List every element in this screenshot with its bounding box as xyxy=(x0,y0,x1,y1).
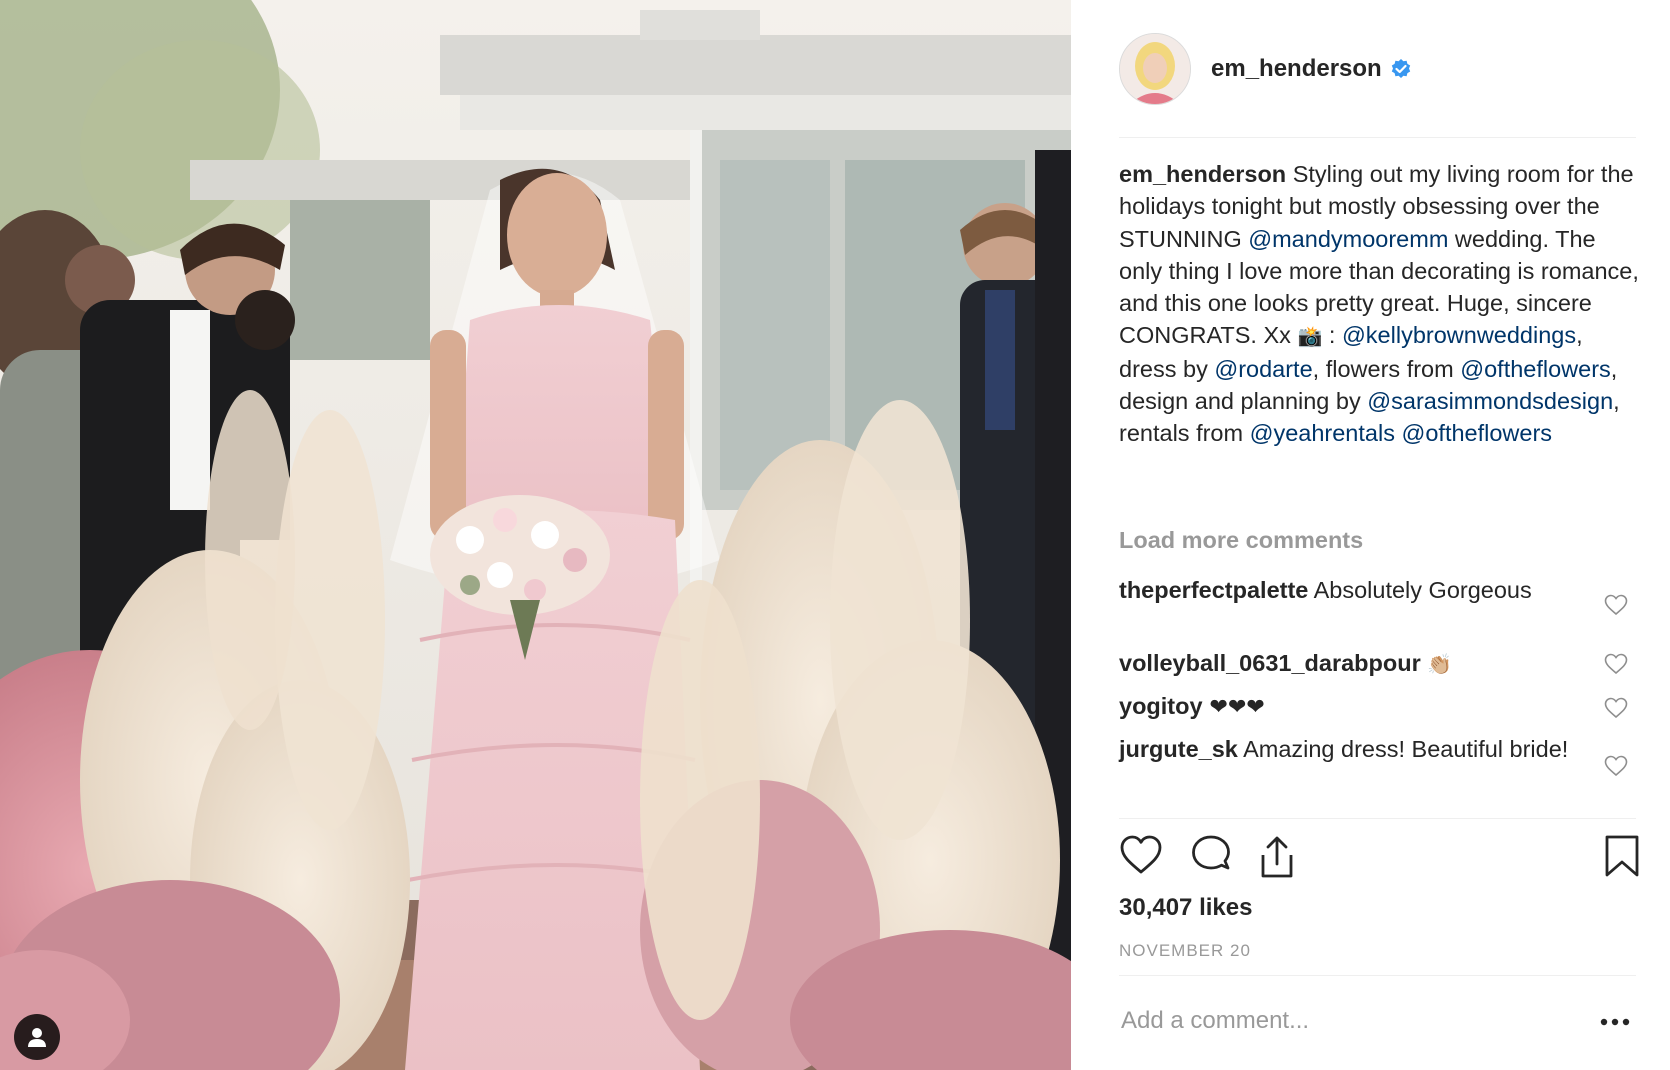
post-side-panel: em_henderson em_henderson Styling out my… xyxy=(1071,0,1670,1070)
likes-count[interactable]: 30,407 likes xyxy=(1119,894,1252,922)
comment-text: Amazing dress! Beautiful bride! xyxy=(1237,736,1569,762)
post-header: em_henderson xyxy=(1119,32,1636,106)
bookmark-icon[interactable] xyxy=(1604,834,1640,878)
comment-item: theperfectpalette Absolutely Gorgeous xyxy=(1119,574,1589,606)
wedding-photo-illustration xyxy=(0,0,1071,1070)
header-username-link[interactable]: em_henderson xyxy=(1211,55,1382,83)
comment-bubble-icon[interactable] xyxy=(1189,834,1233,876)
comment-like-heart-icon[interactable] xyxy=(1604,653,1628,675)
caption-text: , flowers from xyxy=(1312,355,1461,382)
comment-username[interactable]: jurgute_sk xyxy=(1119,736,1238,762)
verified-badge-icon xyxy=(1391,59,1410,78)
avatar[interactable] xyxy=(1119,33,1191,105)
camera-emoji: 📸 xyxy=(1297,324,1323,349)
footer-divider xyxy=(1119,975,1636,976)
mention-link[interactable]: @mandymooremm xyxy=(1248,226,1448,252)
comment-item: yogitoy ❤❤❤ xyxy=(1119,690,1589,724)
mention-link[interactable]: @sarasimmondsdesign xyxy=(1367,388,1613,414)
comment-username[interactable]: volleyball_0631_darabpour xyxy=(1119,650,1421,676)
mention-link[interactable]: @oftheflowers xyxy=(1401,420,1552,446)
post-date: NOVEMBER 20 xyxy=(1119,941,1251,960)
heart-icon[interactable] xyxy=(1119,834,1163,876)
comment-like-heart-icon[interactable] xyxy=(1604,697,1628,719)
comment-username[interactable]: yogitoy xyxy=(1119,693,1203,719)
instagram-post: em_henderson em_henderson Styling out my… xyxy=(0,0,1670,1070)
comment-text: 👏🏼 xyxy=(1420,652,1452,676)
action-bar xyxy=(1119,834,1639,880)
add-comment-input[interactable] xyxy=(1119,1006,1593,1036)
caption-text: : xyxy=(1322,322,1342,349)
comments-divider xyxy=(1119,818,1636,819)
comment-text: Absolutely Gorgeous xyxy=(1308,577,1532,603)
load-more-comments-button[interactable]: Load more comments xyxy=(1119,527,1363,554)
header-divider xyxy=(1119,137,1636,138)
post-photo[interactable] xyxy=(0,0,1071,1070)
caption-username[interactable]: em_henderson xyxy=(1119,161,1286,187)
comment-like-heart-icon[interactable] xyxy=(1604,594,1628,616)
comment-text: ❤❤❤ xyxy=(1202,695,1265,720)
person-tag-icon[interactable] xyxy=(14,1014,60,1060)
comment-item: jurgute_sk Amazing dress! Beautiful brid… xyxy=(1119,733,1589,765)
comment-like-heart-icon[interactable] xyxy=(1604,755,1628,777)
ellipsis-icon[interactable] xyxy=(1599,1016,1631,1028)
mention-link[interactable]: @yeahrentals xyxy=(1250,420,1395,446)
mention-link[interactable]: @rodarte xyxy=(1214,356,1312,382)
comment-username[interactable]: theperfectpalette xyxy=(1119,577,1308,603)
share-icon[interactable] xyxy=(1255,834,1299,880)
mention-link[interactable]: @oftheflowers xyxy=(1460,356,1611,382)
comment-item: volleyball_0631_darabpour 👏🏼 xyxy=(1119,647,1589,680)
post-caption: em_henderson Styling out my living room … xyxy=(1119,158,1639,450)
mention-link[interactable]: @kellybrownweddings xyxy=(1342,322,1576,348)
